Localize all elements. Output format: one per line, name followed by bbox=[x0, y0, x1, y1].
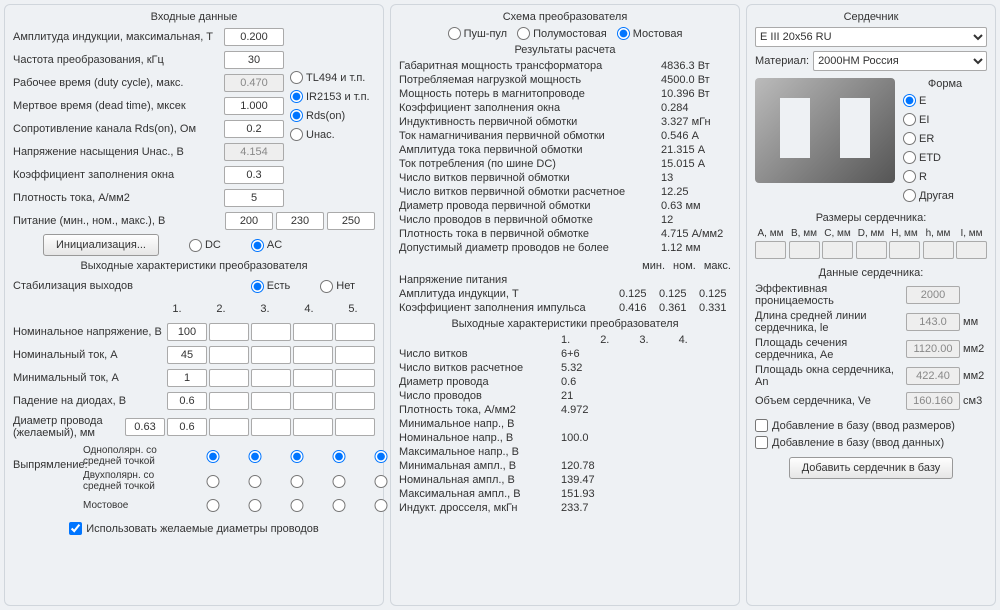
result-row: Число витков первичной обмотки расчетное… bbox=[399, 186, 731, 198]
out-val[interactable] bbox=[209, 346, 249, 364]
result-row: Ток потребления (по шине DC)15.015 А bbox=[399, 158, 731, 170]
add-core-button[interactable]: Добавить сердечник в базу bbox=[789, 457, 954, 479]
radio-stab-no[interactable]: Нет bbox=[320, 280, 355, 293]
result-row: Ток намагничивания первичной обмотки0.54… bbox=[399, 130, 731, 142]
shape-R[interactable]: R bbox=[903, 170, 987, 183]
add-sizes-check[interactable]: Добавление в базу (ввод размеров) bbox=[755, 419, 987, 432]
out-val[interactable] bbox=[167, 323, 207, 341]
size-input bbox=[923, 241, 954, 259]
init-button[interactable]: Инициализация... bbox=[43, 234, 159, 256]
radio-usat[interactable]: Uнас. bbox=[290, 128, 375, 141]
material-select[interactable]: 2000НМ Россия bbox=[813, 51, 987, 71]
use-wire-check[interactable]: Использовать желаемые диаметры проводов bbox=[13, 522, 375, 535]
out-val[interactable] bbox=[293, 392, 333, 410]
result-row: Допустимый диаметр проводов не более1.12… bbox=[399, 242, 731, 254]
out-val[interactable] bbox=[251, 369, 291, 387]
shape-ER[interactable]: ER bbox=[903, 132, 987, 145]
shape-Другая[interactable]: Другая bbox=[903, 189, 987, 202]
input-freq[interactable] bbox=[224, 51, 284, 69]
row-b-amp: Амплитуда индукции, максимальная, Т bbox=[13, 27, 284, 47]
size-input bbox=[755, 241, 786, 259]
out-val[interactable] bbox=[167, 392, 207, 410]
shape-E[interactable]: E bbox=[903, 94, 987, 107]
add-data-check[interactable]: Добавление в базу (ввод данных) bbox=[755, 436, 987, 449]
shape-EI[interactable]: EI bbox=[903, 113, 987, 126]
out-val[interactable] bbox=[293, 346, 333, 364]
wire-dia[interactable] bbox=[293, 418, 333, 436]
supply-nom[interactable] bbox=[276, 212, 324, 230]
input-rdson[interactable] bbox=[224, 120, 284, 138]
out-val[interactable] bbox=[251, 323, 291, 341]
result-row: Число проводов в первичной обмотке12 bbox=[399, 214, 731, 226]
wire-dia[interactable] bbox=[335, 418, 375, 436]
supply-min[interactable] bbox=[225, 212, 273, 230]
out-val[interactable] bbox=[167, 369, 207, 387]
wire-dia[interactable] bbox=[125, 418, 165, 436]
out-chars-title: Выходные характеристики преобразователя bbox=[13, 260, 375, 272]
out-val[interactable] bbox=[251, 346, 291, 364]
result-row: Коэффициент заполнения окна0.284 bbox=[399, 102, 731, 114]
radio-ir2153[interactable]: IR2153 и т.п. bbox=[290, 90, 375, 103]
out-val[interactable] bbox=[335, 346, 375, 364]
size-input bbox=[889, 241, 920, 259]
out-val[interactable] bbox=[209, 323, 249, 341]
out-val[interactable] bbox=[335, 323, 375, 341]
input-fill[interactable] bbox=[224, 166, 284, 184]
core-image bbox=[755, 78, 895, 183]
input-title: Входные данные bbox=[13, 11, 375, 23]
results-panel: Схема преобразователя Пуш-пул Полумостов… bbox=[390, 4, 740, 606]
radio-bridge[interactable]: Мостовая bbox=[617, 27, 683, 40]
wire-dia[interactable] bbox=[209, 418, 249, 436]
out-val[interactable] bbox=[209, 369, 249, 387]
radio-dc[interactable]: DC bbox=[189, 239, 221, 252]
input-jdens[interactable] bbox=[224, 189, 284, 207]
radio-tl494[interactable]: TL494 и т.п. bbox=[290, 71, 375, 84]
out-val[interactable] bbox=[251, 392, 291, 410]
result-row: Потребляемая нагрузкой мощность4500.0 Вт bbox=[399, 74, 731, 86]
input-duty bbox=[224, 74, 284, 92]
input-bmax[interactable] bbox=[224, 28, 284, 46]
result-row: Габаритная мощность трансформатора4836.3… bbox=[399, 60, 731, 72]
radio-stab-yes[interactable]: Есть bbox=[251, 280, 290, 293]
shape-ETD[interactable]: ETD bbox=[903, 151, 987, 164]
out-val[interactable] bbox=[335, 369, 375, 387]
out-val[interactable] bbox=[335, 392, 375, 410]
size-input bbox=[789, 241, 820, 259]
core-select[interactable]: E III 20x56 RU bbox=[755, 27, 987, 47]
result-row: Число витков первичной обмотки13 bbox=[399, 172, 731, 184]
result-row: Индуктивность первичной обмотки3.327 мГн bbox=[399, 116, 731, 128]
out-val[interactable] bbox=[293, 369, 333, 387]
out-val[interactable] bbox=[209, 392, 249, 410]
core-panel: Сердечник E III 20x56 RU Материал:2000НМ… bbox=[746, 4, 996, 606]
result-row: Плотность тока в первичной обмотке4.715 … bbox=[399, 228, 731, 240]
radio-ac[interactable]: AC bbox=[251, 239, 282, 252]
result-row: Диаметр провода первичной обмотки0.63 мм bbox=[399, 200, 731, 212]
out-val[interactable] bbox=[167, 346, 207, 364]
input-deadtime[interactable] bbox=[224, 97, 284, 115]
radio-pushpull[interactable]: Пуш-пул bbox=[448, 27, 508, 40]
result-row: Амплитуда тока первичной обмотки21.315 А bbox=[399, 144, 731, 156]
result-row: Мощность потерь в магнитопроводе10.396 В… bbox=[399, 88, 731, 100]
input-panel: Входные данные Амплитуда индукции, макси… bbox=[4, 4, 384, 606]
wire-dia[interactable] bbox=[251, 418, 291, 436]
size-input bbox=[856, 241, 887, 259]
radio-halfbridge[interactable]: Полумостовая bbox=[517, 27, 607, 40]
size-input bbox=[822, 241, 853, 259]
wire-dia[interactable] bbox=[167, 418, 207, 436]
supply-max[interactable] bbox=[327, 212, 375, 230]
radio-rdson[interactable]: Rds(on) bbox=[290, 109, 375, 122]
out-val[interactable] bbox=[293, 323, 333, 341]
size-input bbox=[956, 241, 987, 259]
input-usat bbox=[224, 143, 284, 161]
